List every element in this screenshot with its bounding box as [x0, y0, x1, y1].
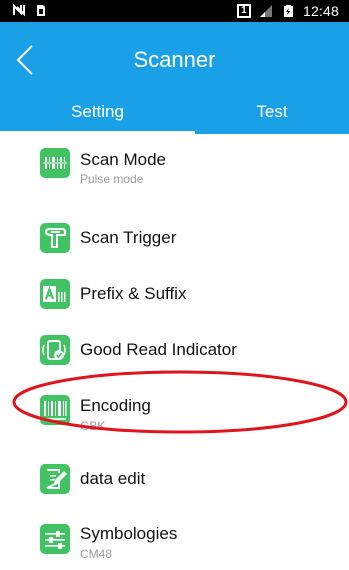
signal-icon [259, 5, 272, 17]
sim-icon: 1 [236, 4, 251, 18]
tab-setting[interactable]: Setting [0, 90, 195, 134]
app-bar: Scanner Setting Test [0, 22, 349, 134]
encoding-value: GBK [80, 419, 106, 433]
prefix-suffix-label: Prefix & Suffix [80, 284, 187, 303]
battery-charging-icon [283, 5, 293, 17]
scan-mode-value: Pulse mode [80, 172, 144, 186]
page-title: Scanner [133, 47, 216, 72]
list-item-encoding[interactable]: Encoding GBK [0, 382, 349, 438]
list-item-scan-mode[interactable]: Scan Mode Pulse mode [0, 134, 349, 190]
status-right-icons: 1 12:48 [236, 3, 339, 19]
scan-trigger-icon [40, 223, 70, 253]
sd-card-icon [37, 5, 45, 16]
tab-bar: Setting Test [0, 90, 349, 134]
list-item-scan-trigger[interactable]: Scan Trigger [0, 214, 349, 264]
scan-mode-icon [40, 148, 70, 178]
list-item-data-edit[interactable]: data edit [0, 454, 349, 504]
clock: 12:48 [302, 3, 339, 19]
edit-icon [40, 464, 70, 494]
barcode-icon [40, 395, 70, 425]
scanner-settings-screen: 1 12:48 Scanner Setting Test Scan Mode P… [0, 0, 349, 570]
symbologies-label: Symbologies [80, 524, 178, 543]
scan-trigger-label: Scan Trigger [80, 228, 177, 247]
list-item-good-read-indicator[interactable]: Good Read Indicator [0, 326, 349, 376]
status-left-icons [12, 3, 48, 17]
symbologies-value: CM48 [80, 547, 113, 561]
nfc-icon [13, 3, 25, 17]
encoding-label: Encoding [80, 396, 151, 415]
data-edit-label: data edit [80, 469, 146, 488]
good-read-indicator-icon [40, 335, 70, 365]
list-item-symbologies[interactable]: Symbologies CM48 [0, 510, 349, 570]
good-read-indicator-label: Good Read Indicator [80, 340, 237, 359]
tab-test[interactable]: Test [195, 90, 349, 134]
scan-mode-label: Scan Mode [80, 150, 166, 169]
prefix-suffix-icon [40, 279, 70, 309]
list-item-prefix-suffix[interactable]: Prefix & Suffix [0, 270, 349, 320]
sliders-icon [40, 524, 70, 554]
status-bar: 1 12:48 [0, 0, 349, 22]
